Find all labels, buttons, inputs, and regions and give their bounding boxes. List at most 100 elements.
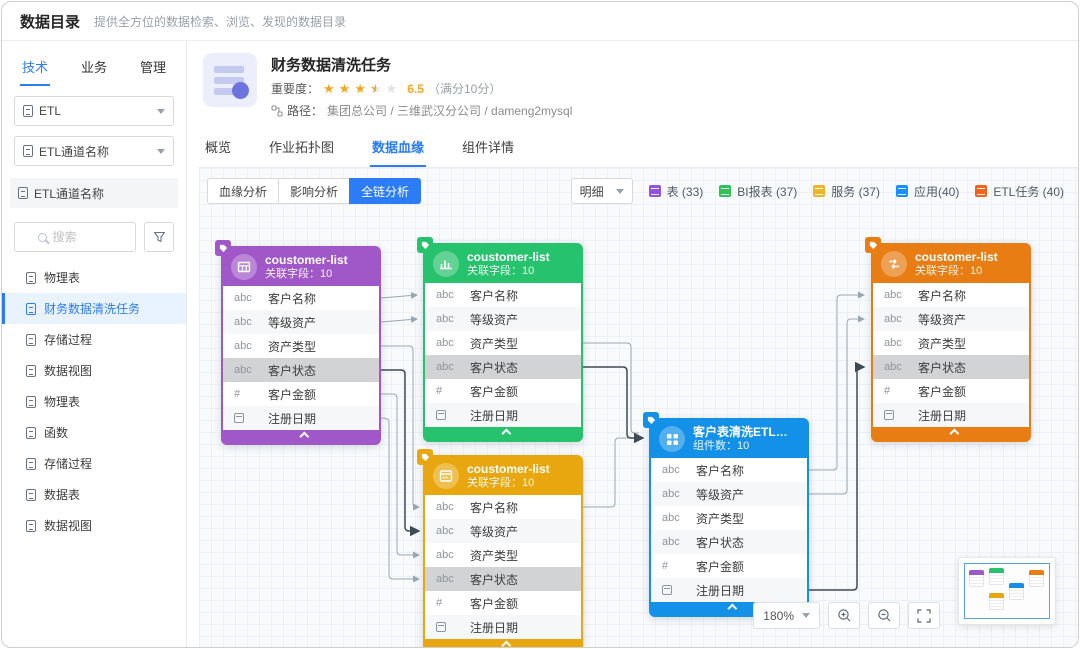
mode-lineage-analysis[interactable]: 血缘分析: [207, 178, 279, 204]
accent-dot: [232, 82, 249, 99]
field-row[interactable]: abc等级资产: [425, 307, 581, 331]
field-row[interactable]: abc等级资产: [873, 307, 1029, 331]
sidebar-item[interactable]: 数据表: [2, 479, 186, 510]
sidebar-item[interactable]: 数据视图: [2, 510, 186, 541]
node-header[interactable]: coustomer-list 关联字段：10: [223, 248, 379, 286]
field-row[interactable]: abc资产类型: [425, 331, 581, 355]
sidebar-item-label: 物理表: [44, 393, 80, 410]
tab-component-detail[interactable]: 组件详情: [460, 131, 516, 167]
field-row[interactable]: abc资产类型: [873, 331, 1029, 355]
field-type: abc: [436, 525, 460, 537]
detail-level-select[interactable]: 明细: [571, 178, 633, 204]
field-label: 客户状态: [470, 359, 518, 376]
field-row[interactable]: abc资产类型: [651, 506, 807, 530]
field-type: #: [662, 560, 686, 572]
field-row[interactable]: abc客户名称: [223, 286, 379, 310]
fit-screen-button[interactable]: [908, 602, 940, 629]
field-row[interactable]: #客户金额: [425, 379, 581, 403]
etl-channel-group-header[interactable]: ETL通道名称: [10, 178, 178, 208]
collapse-button[interactable]: [223, 430, 379, 443]
app-grid-icon: [659, 426, 685, 452]
field-row[interactable]: abc客户名称: [873, 283, 1029, 307]
field-row[interactable]: 注册日期: [223, 406, 379, 430]
sidebar-item[interactable]: 存储过程: [2, 324, 186, 355]
mode-full-chain-analysis[interactable]: 全链分析: [349, 178, 421, 204]
bar-chart-icon: [433, 251, 459, 277]
collapse-button[interactable]: [425, 427, 581, 440]
collapse-button[interactable]: [425, 639, 581, 647]
legend-item-application[interactable]: 应用(40): [896, 183, 959, 200]
sidebar-tab-manage[interactable]: 管理: [138, 53, 168, 86]
tab-data-lineage[interactable]: 数据血缘: [370, 131, 426, 167]
field-row[interactable]: abc资产类型: [425, 543, 581, 567]
search-box[interactable]: [14, 222, 136, 252]
field-row[interactable]: 注册日期: [873, 403, 1029, 427]
field-type: #: [436, 597, 460, 609]
zoom-out-button[interactable]: [868, 602, 900, 629]
field-label: 客户名称: [918, 287, 966, 304]
field-list: abc客户名称 abc等级资产 abc资产类型 abc客户状态 # 客户金额 注册…: [425, 495, 581, 639]
field-row[interactable]: #客户金额: [651, 554, 807, 578]
legend-item-etl-task[interactable]: ETL任务 (40): [975, 183, 1064, 200]
field-row-highlighted[interactable]: abc客户状态: [223, 358, 379, 382]
sidebar: 技术 业务 管理 ETL ETL通道名称 ETL通道名称: [2, 41, 187, 647]
sidebar-item[interactable]: 物理表: [2, 386, 186, 417]
field-row[interactable]: abc客户名称: [425, 283, 581, 307]
legend-item-service[interactable]: 服务 (37): [813, 183, 880, 200]
zoom-level-select[interactable]: 180%: [753, 602, 820, 629]
search-input[interactable]: [53, 230, 113, 244]
sidebar-item-selected[interactable]: 财务数据清洗任务: [2, 293, 186, 324]
node-header[interactable]: coustomer-list 关联字段：10: [425, 245, 581, 283]
sidebar-item[interactable]: 存储过程: [2, 448, 186, 479]
field-label: 客户金额: [470, 595, 518, 612]
field-row[interactable]: abc等级资产: [223, 310, 379, 334]
sidebar-tab-tech[interactable]: 技术: [20, 53, 50, 86]
graph-node-bi-report-green[interactable]: coustomer-list 关联字段：10 abc客户名称 abc等级资产 a…: [423, 243, 583, 442]
sidebar-item[interactable]: 物理表: [2, 262, 186, 293]
field-row-highlighted[interactable]: abc客户状态: [425, 567, 581, 591]
minimap-viewport[interactable]: [964, 563, 1050, 619]
field-row[interactable]: #客户金额: [873, 379, 1029, 403]
node-subtitle: 关联字段：10: [915, 265, 998, 279]
sidebar-item[interactable]: 数据视图: [2, 355, 186, 386]
field-row[interactable]: #客户金额: [223, 382, 379, 406]
mode-impact-analysis[interactable]: 影响分析: [278, 178, 350, 204]
field-row[interactable]: abc客户名称: [425, 495, 581, 519]
field-row[interactable]: 注册日期: [651, 578, 807, 602]
field-row-highlighted[interactable]: abc客户状态: [873, 355, 1029, 379]
node-header[interactable]: 客户表清洗ETL任务 组件数：10: [651, 420, 807, 458]
graph-node-etl-task-blue[interactable]: 客户表清洗ETL任务 组件数：10 abc客户名称 abc等级资产 abc资产类…: [649, 418, 809, 617]
field-row[interactable]: 注册日期: [425, 615, 581, 639]
node-header[interactable]: coustomer-list 关联字段：10: [873, 245, 1029, 283]
field-label: 客户名称: [470, 287, 518, 304]
filter-button[interactable]: [144, 222, 174, 252]
field-row[interactable]: abc资产类型: [223, 334, 379, 358]
graph-node-service-yellow[interactable]: coustomer-list 关联字段：10 abc客户名称 abc等级资产 a…: [423, 455, 583, 647]
tag-badge-icon: [417, 449, 433, 465]
legend-item-table[interactable]: 表 (33): [649, 183, 704, 200]
etl-channel-select[interactable]: ETL通道名称: [14, 136, 174, 166]
sidebar-tab-business[interactable]: 业务: [79, 53, 109, 86]
collapse-button[interactable]: [873, 427, 1029, 440]
field-row[interactable]: abc等级资产: [425, 519, 581, 543]
legend-item-bi-report[interactable]: BI报表 (37): [719, 183, 797, 200]
lineage-canvas[interactable]: 血缘分析 影响分析 全链分析 明细 表 (33) BI报表 (37) 服务 (3…: [199, 168, 1078, 647]
graph-node-etl-orange[interactable]: coustomer-list 关联字段：10 abc客户名称 abc等级资产 a…: [871, 243, 1031, 442]
minimap[interactable]: [958, 557, 1056, 625]
tab-job-topology[interactable]: 作业拓扑图: [267, 131, 336, 167]
tab-overview[interactable]: 概览: [203, 131, 233, 167]
etl-type-select[interactable]: ETL: [14, 96, 174, 126]
sidebar-item[interactable]: 函数: [2, 417, 186, 448]
field-type: #: [884, 385, 908, 397]
field-row[interactable]: 注册日期: [425, 403, 581, 427]
field-row[interactable]: # 客户金额: [425, 591, 581, 615]
field-row[interactable]: abc客户名称: [651, 458, 807, 482]
field-type: abc: [884, 361, 908, 373]
field-row[interactable]: abc客户状态: [651, 530, 807, 554]
zoom-in-button[interactable]: [828, 602, 860, 629]
field-row-highlighted[interactable]: abc客户状态: [425, 355, 581, 379]
graph-node-table-purple[interactable]: coustomer-list 关联字段：10 abc客户名称 abc等级资产 a…: [221, 246, 381, 445]
node-header[interactable]: coustomer-list 关联字段：10: [425, 457, 581, 495]
field-label: 等级资产: [470, 311, 518, 328]
field-row[interactable]: abc等级资产: [651, 482, 807, 506]
